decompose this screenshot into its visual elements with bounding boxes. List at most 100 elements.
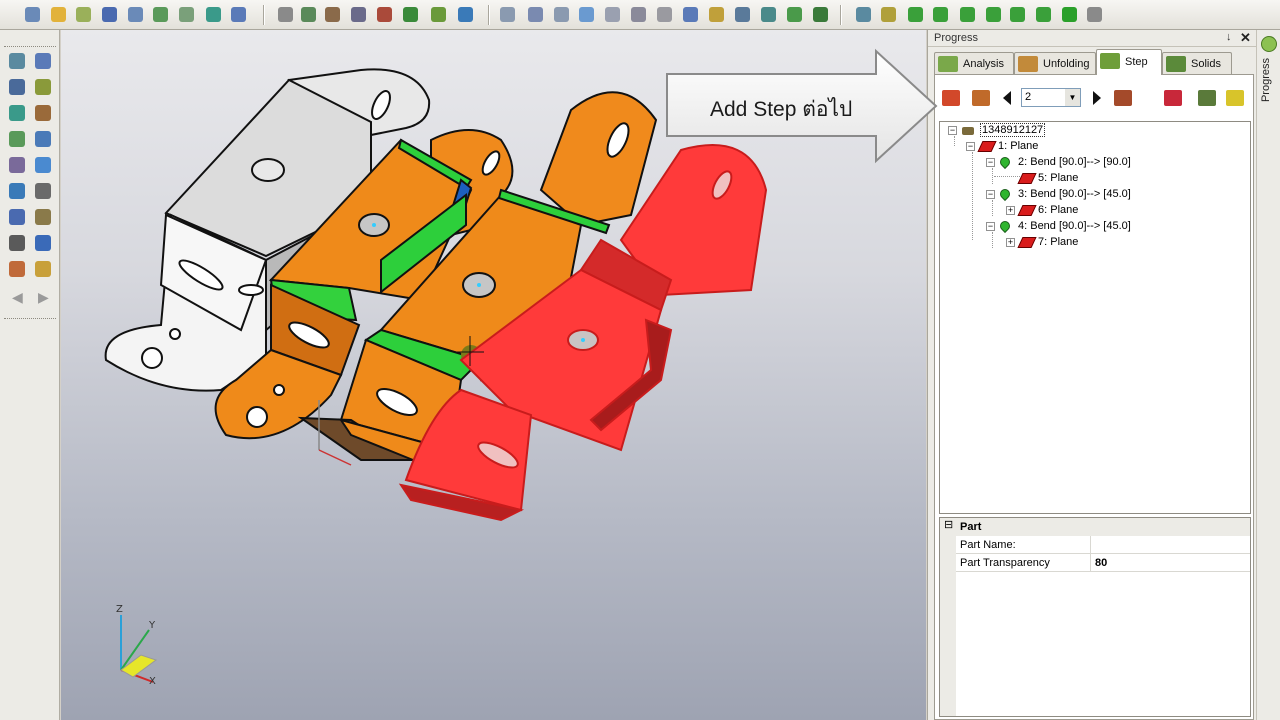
cylinder-6-icon [631,7,646,22]
select-button[interactable] [6,50,28,72]
collapse-icon[interactable]: − [986,158,995,167]
expand-icon[interactable]: + [1006,206,1015,215]
analyze-button[interactable] [6,128,28,150]
window-button[interactable] [228,4,249,25]
collapse-icon[interactable]: ⊟ [944,520,953,531]
table-button[interactable] [6,154,28,176]
expand-icon[interactable]: + [1006,238,1015,247]
side-tab-progress[interactable]: Progress [1256,30,1280,720]
tab-analysis[interactable]: Analysis [934,52,1014,74]
view-cube-4-button[interactable] [983,4,1004,25]
refresh-button[interactable] [1223,87,1247,109]
view-cube-5-button[interactable] [1007,4,1028,25]
view-cube-6-button[interactable] [1033,4,1054,25]
cylinder-2-button[interactable] [525,4,546,25]
property-category[interactable]: ⊟ Part [940,518,1250,536]
sketch-button[interactable] [32,128,54,150]
bend-tool-button[interactable] [6,102,28,124]
sketch-icon [35,131,51,147]
tab-unfolding[interactable]: Unfolding [1014,52,1096,74]
zoom-in-button[interactable] [732,4,753,25]
delete-button[interactable] [6,232,28,254]
toolbar-grip[interactable] [4,318,56,321]
edit-button[interactable] [32,76,54,98]
cylinder-4-button[interactable] [576,4,597,25]
tree-icon [9,261,25,277]
new-file-button[interactable] [22,4,43,25]
cylinder-button[interactable] [497,4,518,25]
collapse-icon[interactable]: − [966,142,975,151]
cylinder-3-button[interactable] [551,4,572,25]
cylinder-6-button[interactable] [628,4,649,25]
forward-arrow-button[interactable]: ▶ [34,286,56,308]
settings-icon [35,235,51,251]
insert-step-button[interactable] [969,87,993,109]
view-cube-2-button[interactable] [930,4,951,25]
tool-button[interactable] [810,4,831,25]
close-icon[interactable]: ✕ [1240,30,1251,46]
property-row[interactable]: Part Transparency 80 [940,554,1250,572]
cut-button[interactable] [32,50,54,72]
open-folder-button[interactable] [48,4,69,25]
previous-step-button[interactable] [999,87,1015,109]
chevron-down-icon[interactable]: ▼ [1065,89,1080,106]
measure-line-button[interactable] [784,4,805,25]
tab-solids[interactable]: Solids [1162,52,1232,74]
view-cube-3-button[interactable] [957,4,978,25]
save-as-button[interactable] [125,4,146,25]
folder-button[interactable] [32,258,54,280]
grid-button[interactable] [706,4,727,25]
property-row[interactable]: Part Name: [940,536,1250,554]
measure-button[interactable] [322,4,343,25]
helmet-button[interactable] [878,4,899,25]
tree-item-label: 4: Bend [90.0]--> [45.0] [1018,220,1131,232]
view-cube-1-button[interactable] [905,4,926,25]
pin-icon[interactable]: ↓ [1226,31,1232,43]
delete-step-button[interactable] [1161,87,1185,109]
axis-y-label: Y [148,620,156,631]
zoom-area-button[interactable] [758,4,779,25]
main-toolbar [0,0,1280,30]
unfold-button[interactable] [428,4,449,25]
tree-view-button[interactable] [1195,87,1219,109]
plane-icon [977,141,997,152]
view-cube-solid-button[interactable] [1059,4,1080,25]
box-button[interactable] [680,4,701,25]
select-button[interactable] [348,4,369,25]
save-button[interactable] [99,4,120,25]
unfold-tool-button[interactable] [32,102,54,124]
settings-button[interactable] [32,232,54,254]
property-value[interactable]: 80 [1095,557,1107,569]
zoom-fit-button[interactable] [203,4,224,25]
spring-button[interactable] [654,4,675,25]
cube-button[interactable] [32,180,54,202]
collapse-icon[interactable]: − [986,222,995,231]
step-select[interactable]: 2 ▼ [1021,88,1081,107]
tab-step[interactable]: Step [1096,49,1162,75]
open-recent-button[interactable] [73,4,94,25]
tree-button[interactable] [6,258,28,280]
scale-button[interactable] [1084,4,1105,25]
render-button[interactable] [298,4,319,25]
collapse-icon[interactable]: − [986,190,995,199]
surface-button[interactable] [32,154,54,176]
toolbar-grip[interactable] [4,46,56,49]
help-button[interactable] [6,206,28,228]
collapse-icon[interactable]: − [948,126,957,135]
trim-button[interactable] [6,76,28,98]
next-step-button[interactable] [1089,87,1105,109]
rotate-button[interactable] [6,180,28,202]
cut-icon [35,53,51,69]
cylinder-5-button[interactable] [602,4,623,25]
view-button[interactable] [275,4,296,25]
last-step-button[interactable] [1111,87,1135,109]
cut-button[interactable] [374,4,395,25]
export-button[interactable] [176,4,197,25]
dimension-button[interactable] [32,206,54,228]
step-tree[interactable]: − 1348912127 − 1: Plane − 2: Bend [90.0]… [939,121,1251,514]
analysis-button[interactable] [400,4,421,25]
rotate-button[interactable] [455,4,476,25]
arrow-tool-button[interactable] [853,4,874,25]
back-arrow-button[interactable]: ◀ [8,286,30,308]
print-button[interactable] [150,4,171,25]
